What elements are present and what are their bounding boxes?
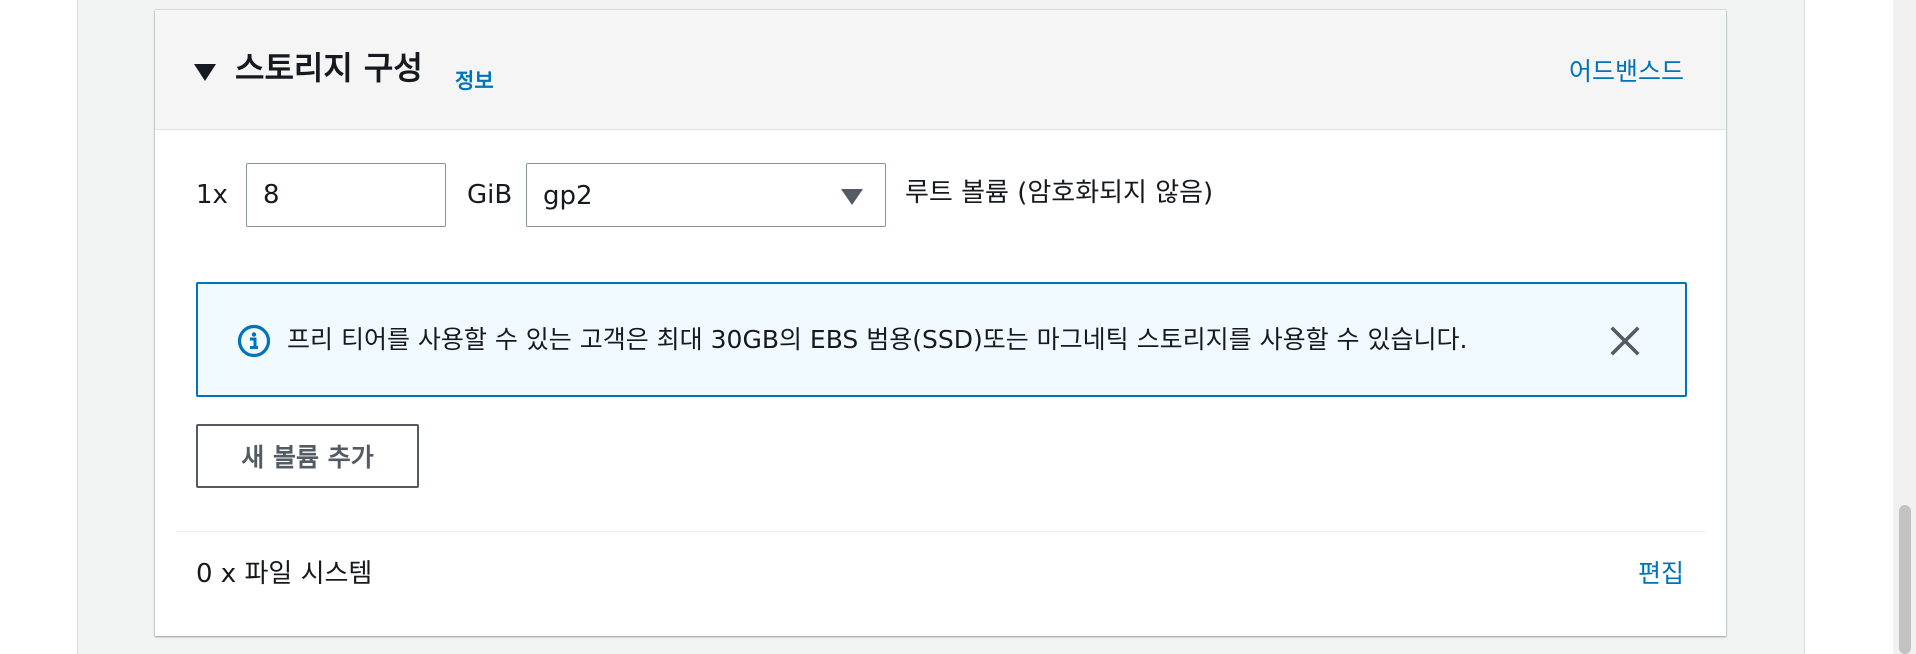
- edit-file-systems-link[interactable]: 편집: [1638, 558, 1684, 591]
- panel-header[interactable]: 스토리지 구성 정보 어드밴스드: [155, 10, 1726, 130]
- add-volume-button[interactable]: 새 볼륨 추가: [196, 424, 419, 488]
- alert-message: 프리 티어를 사용할 수 있는 고객은 최대 30GB의 EBS 범용(SSD)…: [287, 325, 1468, 354]
- storage-config-panel: 스토리지 구성 정보 어드밴스드 1x GiB gp2 루트 볼륨 (암호화되지…: [155, 10, 1726, 636]
- caret-down-icon: [841, 189, 863, 205]
- scrollbar-thumb[interactable]: [1899, 505, 1911, 654]
- info-icon: [237, 324, 271, 358]
- close-icon[interactable]: [1609, 325, 1641, 357]
- volume-type-value: gp2: [543, 181, 593, 211]
- volume-type-select[interactable]: gp2: [526, 163, 886, 227]
- volume-multiplier: 1x: [196, 180, 228, 210]
- file-systems-label: 0 x 파일 시스템: [196, 559, 373, 589]
- advanced-link[interactable]: 어드밴스드: [1569, 56, 1684, 89]
- root-volume-label: 루트 볼륨 (암호화되지 않음): [905, 178, 1214, 208]
- caret-down-icon[interactable]: [194, 64, 216, 81]
- info-link[interactable]: 정보: [455, 68, 494, 95]
- volume-size-input[interactable]: [246, 163, 446, 227]
- free-tier-alert: 프리 티어를 사용할 수 있는 고객은 최대 30GB의 EBS 범용(SSD)…: [196, 282, 1687, 397]
- section-divider: [176, 531, 1706, 532]
- panel-title: 스토리지 구성: [235, 49, 423, 87]
- scrollbar-track[interactable]: [1893, 0, 1916, 654]
- page: 스토리지 구성 정보 어드밴스드 1x GiB gp2 루트 볼륨 (암호화되지…: [0, 0, 1916, 654]
- root-volume-row: 1x GiB gp2 루트 볼륨 (암호화되지 않음): [155, 163, 1726, 227]
- volume-size-unit: GiB: [467, 180, 513, 210]
